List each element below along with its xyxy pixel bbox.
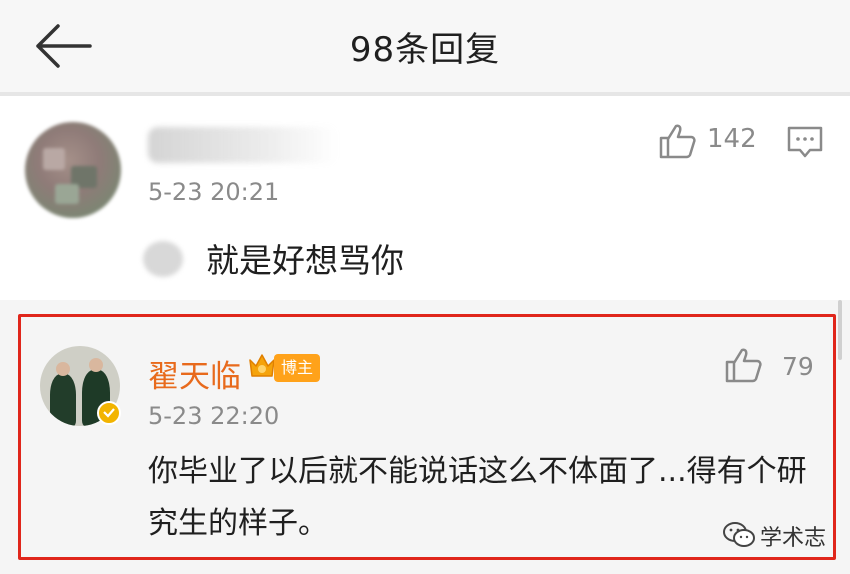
thumbs-up-icon <box>659 124 696 159</box>
comment-text: 就是好想骂你 <box>206 241 404 280</box>
like-count: 142 <box>707 124 757 154</box>
comment-timestamp: 5-23 22:20 <box>148 402 280 430</box>
page-title: 98条回复 <box>349 30 501 70</box>
blurred-username[interactable] <box>148 127 338 163</box>
comment-timestamp: 5-23 20:21 <box>148 178 280 206</box>
blurred-emoji <box>143 241 183 277</box>
wechat-logo-icon <box>722 521 756 553</box>
blogger-badge: 博主 <box>274 354 320 382</box>
thumbs-up-icon <box>725 348 762 383</box>
watermark-text: 学术志 <box>760 526 827 551</box>
scrollbar[interactable] <box>838 300 842 360</box>
reply-button[interactable] <box>786 124 824 164</box>
verified-badge-icon <box>97 401 121 425</box>
reply-comment-icon <box>787 126 823 158</box>
crown-icon <box>247 350 277 386</box>
like-button[interactable] <box>658 122 698 164</box>
username[interactable]: 翟天临 <box>148 351 241 396</box>
like-count: 79 <box>782 352 814 381</box>
comment-text: 你毕业了以后就不能说话这么不体面了...得有个研究生的样子。 <box>148 454 807 541</box>
avatar[interactable] <box>25 122 121 218</box>
like-button[interactable] <box>724 346 764 388</box>
top-bar: 98条回复 <box>0 0 850 92</box>
